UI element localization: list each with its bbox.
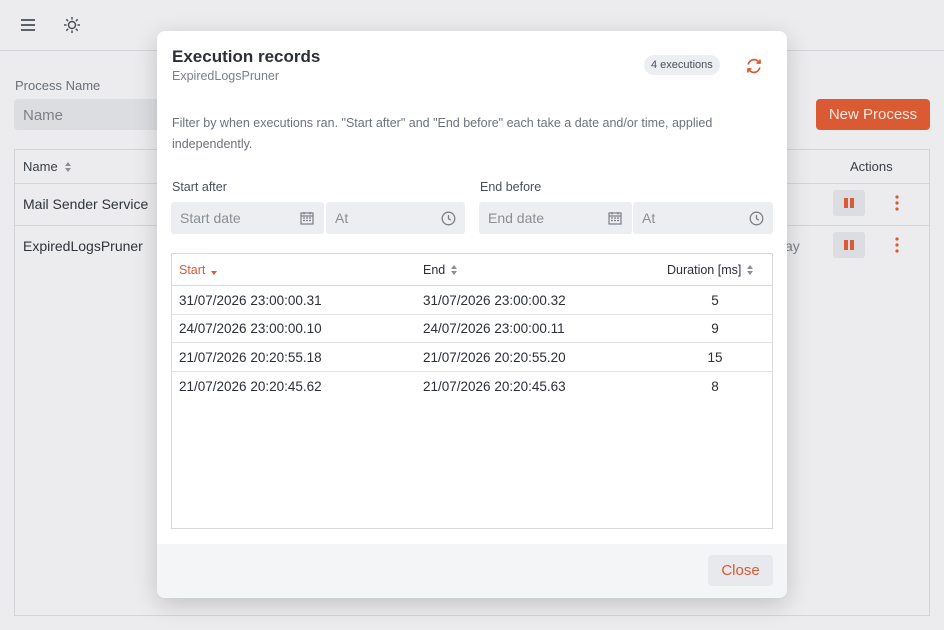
cell-start: 21/07/2026 20:20:55.18 (179, 350, 322, 365)
kebab-icon (895, 195, 899, 211)
calendar-icon (299, 210, 315, 226)
process-row-name: ExpiredLogsPruner (23, 238, 143, 254)
process-row-status: ay (785, 238, 800, 254)
execution-records-table: Start End Duration [ms] 31/07/2026 23:00… (171, 253, 773, 529)
end-time-input[interactable]: At (633, 202, 773, 234)
start-date-input[interactable]: Start date (171, 202, 324, 234)
dialog-subtitle: ExpiredLogsPruner (172, 69, 280, 83)
column-header-end[interactable]: End (423, 263, 458, 277)
refresh-icon (747, 58, 761, 74)
clock-icon (748, 210, 764, 226)
new-process-button[interactable]: New Process (816, 99, 930, 130)
cell-start: 24/07/2026 23:00:00.10 (179, 321, 322, 336)
cell-duration: 15 (707, 350, 723, 365)
column-header-start-label: Start (179, 263, 206, 277)
executions-count-badge: 4 executions (644, 55, 720, 75)
calendar-icon (607, 210, 623, 226)
column-header-end-label: End (423, 263, 446, 277)
dialog-title: Execution records (172, 47, 321, 66)
cell-duration: 8 (711, 379, 719, 394)
kebab-icon (895, 237, 899, 253)
start-after-label: Start after (172, 180, 227, 194)
cell-start: 21/07/2026 20:20:45.62 (179, 379, 322, 394)
theme-toggle-icon[interactable] (62, 15, 82, 35)
process-name-label: Process Name (15, 78, 101, 93)
clock-icon (440, 210, 456, 226)
more-options-button[interactable] (891, 190, 903, 216)
column-header-start[interactable]: Start (179, 263, 218, 277)
end-time-placeholder: At (642, 210, 656, 226)
column-header-actions: Actions (850, 159, 893, 174)
column-header-duration[interactable]: Duration [ms] (667, 263, 754, 277)
cell-duration: 5 (711, 293, 719, 308)
start-date-placeholder: Start date (180, 210, 241, 226)
execution-records-dialog: Execution records ExpiredLogsPruner 4 ex… (157, 31, 787, 598)
dialog-footer: Close (157, 544, 787, 598)
end-before-label: End before (480, 180, 542, 194)
table-row: 21/07/2026 20:20:45.62 21/07/2026 20:20:… (172, 373, 772, 401)
column-header-duration-label: Duration [ms] (667, 263, 742, 277)
pause-button[interactable] (833, 190, 865, 216)
sort-icon (747, 265, 754, 275)
cell-end: 31/07/2026 23:00:00.32 (423, 293, 566, 308)
cell-end: 24/07/2026 23:00:00.11 (423, 321, 565, 336)
cell-duration: 9 (711, 321, 719, 336)
end-date-placeholder: End date (488, 210, 545, 226)
process-row-name: Mail Sender Service (23, 196, 149, 212)
pause-icon (844, 198, 854, 208)
filter-description: Filter by when executions ran. "Start af… (172, 116, 713, 151)
column-header-name[interactable]: Name (23, 159, 72, 174)
table-header: Start End Duration [ms] (172, 254, 772, 286)
start-time-input[interactable]: At (326, 202, 465, 234)
sort-icon (451, 265, 458, 275)
column-header-name-label: Name (23, 159, 58, 174)
cell-start: 31/07/2026 23:00:00.31 (179, 293, 322, 308)
refresh-button[interactable] (743, 55, 765, 77)
table-row: 24/07/2026 23:00:00.10 24/07/2026 23:00:… (172, 315, 772, 343)
end-date-input[interactable]: End date (479, 202, 632, 234)
start-time-placeholder: At (335, 210, 349, 226)
pause-button[interactable] (833, 232, 865, 258)
more-options-button[interactable] (891, 232, 903, 258)
sort-descending-icon (211, 270, 218, 275)
pause-icon (844, 240, 854, 250)
table-row: 31/07/2026 23:00:00.31 31/07/2026 23:00:… (172, 287, 772, 315)
cell-end: 21/07/2026 20:20:45.63 (423, 379, 566, 394)
table-row: 21/07/2026 20:20:55.18 21/07/2026 20:20:… (172, 344, 772, 372)
menu-icon[interactable] (18, 15, 38, 35)
cell-end: 21/07/2026 20:20:55.20 (423, 350, 566, 365)
close-button[interactable]: Close (708, 555, 773, 586)
sort-icon (64, 161, 71, 172)
